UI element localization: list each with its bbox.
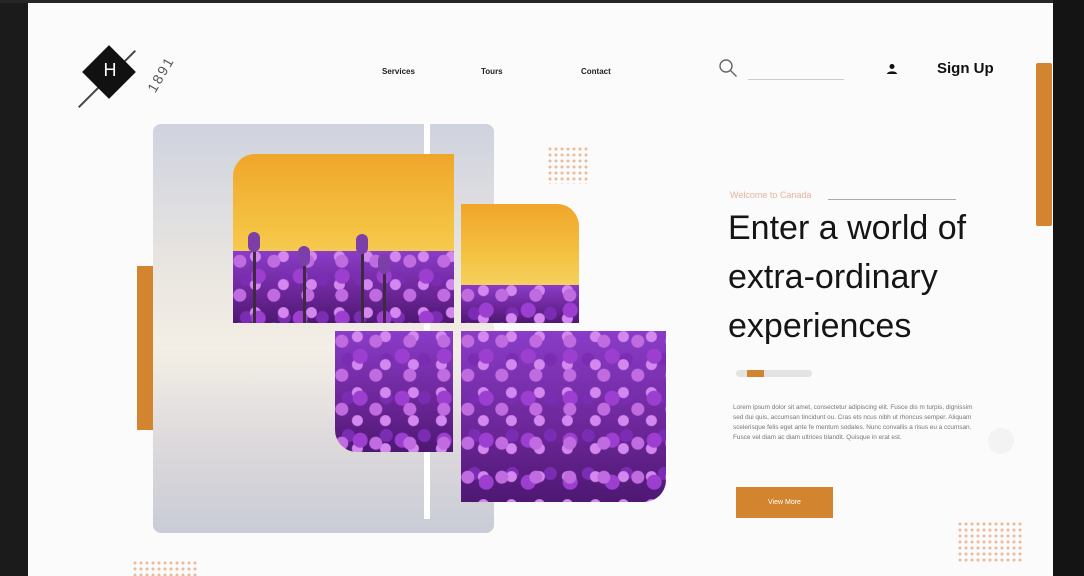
signup-button[interactable]: Sign Up xyxy=(937,60,994,77)
user-icon[interactable] xyxy=(886,63,898,75)
hero-description: Lorem ipsum dolor sit amet, consectetur … xyxy=(733,404,973,441)
brand-logo[interactable]: H 1891 xyxy=(78,41,177,131)
window-edge xyxy=(1053,0,1084,576)
dot-pattern xyxy=(957,521,1023,563)
accent-bar xyxy=(137,266,154,430)
dot-pattern xyxy=(547,146,589,184)
view-more-button[interactable]: View More xyxy=(736,487,833,518)
nav-services[interactable]: Services xyxy=(382,67,415,76)
dot-pattern xyxy=(132,560,198,576)
welcome-label: Welcome to Canada xyxy=(730,190,812,200)
nav-tours[interactable]: Tours xyxy=(481,67,503,76)
lavender-image-sunset xyxy=(233,154,454,323)
lavender-image-field xyxy=(461,331,666,502)
lavender-image-closeup xyxy=(335,331,453,452)
welcome-underline xyxy=(828,199,956,200)
logo-year: 1891 xyxy=(144,53,178,95)
slide-indicator-active xyxy=(747,370,764,377)
slide-indicator[interactable] xyxy=(736,370,812,377)
scrollbar-thumb[interactable] xyxy=(1036,63,1052,226)
search-input[interactable] xyxy=(748,79,844,80)
landing-page: H 1891 Services Tours Contact Sign Up We… xyxy=(28,3,1053,576)
lavender-image-glow xyxy=(461,204,579,323)
nav-contact[interactable]: Contact xyxy=(581,67,611,76)
logo-letter: H xyxy=(103,60,117,80)
search-icon[interactable] xyxy=(718,58,738,78)
next-arrow-button[interactable] xyxy=(988,428,1014,454)
hero-headline: Enter a world of extra-ordinary experien… xyxy=(728,209,967,345)
